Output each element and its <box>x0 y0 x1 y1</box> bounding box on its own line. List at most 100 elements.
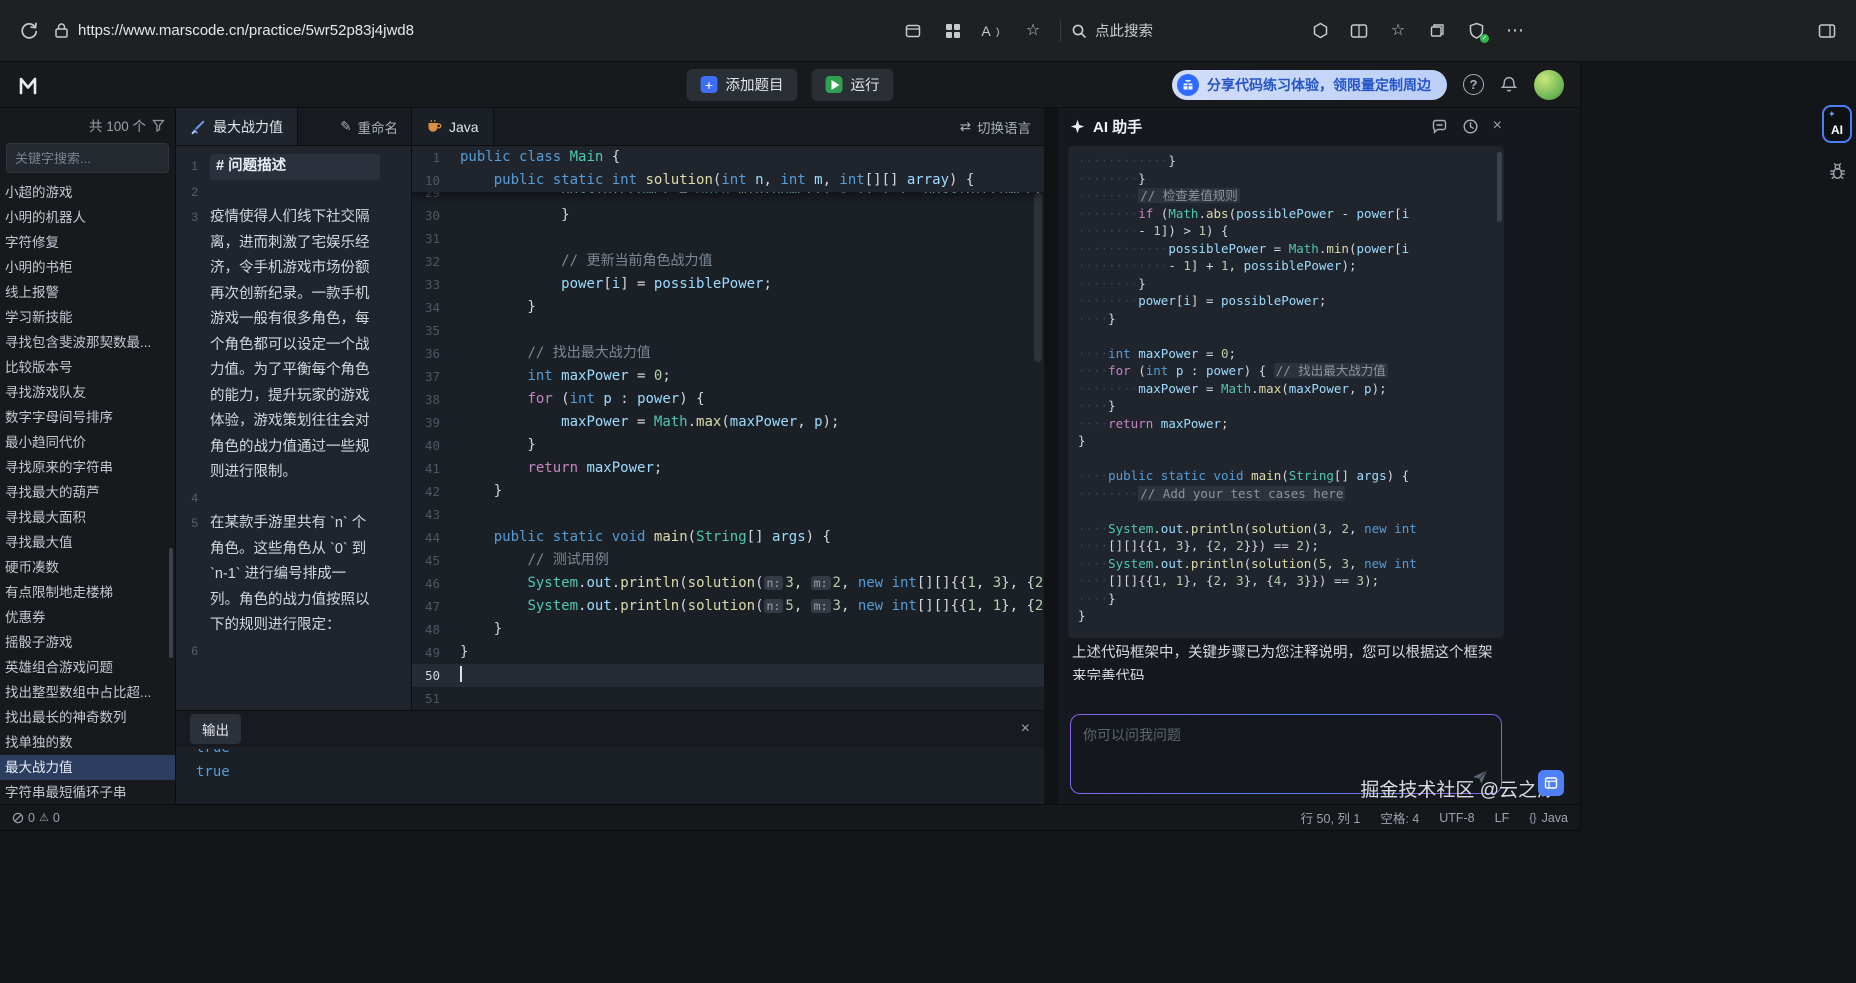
code-line[interactable]: ····public static void main(String[] arg… <box>1078 467 1494 485</box>
code-line[interactable]: ········if (Math.abs(possiblePower - pow… <box>1078 205 1494 223</box>
code-line[interactable]: 39 maxPower = Math.max(maxPower, p); <box>412 411 1044 434</box>
eol-setting[interactable]: LF <box>1495 811 1510 825</box>
code-line[interactable]: 36 // 找出最大战力值 <box>412 342 1044 365</box>
code-line[interactable]: 37 int maxPower = 0; <box>412 365 1044 388</box>
new-chat-icon[interactable] <box>1431 118 1448 135</box>
collections-icon[interactable] <box>1420 14 1454 48</box>
sidebar-item[interactable]: 找出最长的神奇数列 <box>0 705 175 730</box>
code-line[interactable]: 30 } <box>412 204 1044 227</box>
code-line[interactable]: ····System.out.println(solution(3, 2, ne… <box>1078 520 1494 538</box>
code-line[interactable] <box>1078 502 1494 520</box>
sidebar-item[interactable]: 最小趋同代价 <box>0 430 175 455</box>
sidebar-item[interactable]: 寻找游戏队友 <box>0 380 175 405</box>
code-line[interactable]: 48 } <box>412 618 1044 641</box>
rename-button[interactable]: ✎ 重命名 <box>327 108 411 145</box>
favorite-star-icon[interactable]: ☆ <box>1016 14 1050 48</box>
markdown-row[interactable]: 4 <box>176 486 411 512</box>
web-capture-icon[interactable] <box>896 14 930 48</box>
code-line[interactable]: ····} <box>1078 310 1494 328</box>
sidebar-item[interactable]: 寻找最大面积 <box>0 505 175 530</box>
sidebar-search-input[interactable] <box>15 151 160 166</box>
code-line[interactable]: ····int maxPower = 0; <box>1078 345 1494 363</box>
sidebar-item[interactable]: 学习新技能 <box>0 305 175 330</box>
code-line[interactable]: ········// Add your test cases here <box>1078 485 1494 503</box>
code-line[interactable]: 1public class Main { <box>412 146 1044 169</box>
code-line[interactable]: ····} <box>1078 397 1494 415</box>
ai-assistant-toggle[interactable]: ✦ AI <box>1822 105 1852 143</box>
code-line[interactable]: 50 <box>412 664 1044 687</box>
sidebar-item[interactable]: 寻找最大值 <box>0 530 175 555</box>
sidebar-item[interactable]: 数字字母间号排序 <box>0 405 175 430</box>
code-line[interactable]: ····[][]{{1, 1}, {2, 3}, {4, 3}}) == 3); <box>1078 572 1494 590</box>
code-line[interactable]: 33 power[i] = possiblePower; <box>412 273 1044 296</box>
apps-grid-icon[interactable] <box>936 14 970 48</box>
code-line[interactable]: } <box>1078 607 1494 625</box>
code-line[interactable]: 46 System.out.println(solution(n:3, m:2,… <box>412 572 1044 595</box>
sidebar-item[interactable]: 寻找最大的葫芦 <box>0 480 175 505</box>
refresh-icon[interactable] <box>12 14 46 48</box>
sidebar-item[interactable]: 字符串最短循环子串 <box>0 780 175 804</box>
encoding-setting[interactable]: UTF-8 <box>1439 811 1474 825</box>
code-line[interactable]: 47 System.out.println(solution(n:5, m:3,… <box>412 595 1044 618</box>
output-tab[interactable]: 输出 <box>190 714 241 744</box>
code-line[interactable]: 32 // 更新当前角色战力值 <box>412 250 1044 273</box>
language-mode[interactable]: {} Java <box>1529 811 1568 825</box>
output-close-icon[interactable]: × <box>1021 721 1030 737</box>
code-line[interactable] <box>1078 327 1494 345</box>
code-line[interactable]: 34 } <box>412 296 1044 319</box>
sidebar-item[interactable]: 有点限制地走楼梯 <box>0 580 175 605</box>
code-line[interactable]: ········// 检查差值规则 <box>1078 187 1494 205</box>
indentation-setting[interactable]: 空格: 4 <box>1380 808 1419 827</box>
code-line[interactable]: 40 } <box>412 434 1044 457</box>
sidebar-item[interactable]: 比较版本号 <box>0 355 175 380</box>
filter-icon[interactable] <box>152 119 165 132</box>
code-line[interactable]: 10 public static int solution(int n, int… <box>412 169 1044 192</box>
code-line[interactable]: 35 <box>412 319 1044 342</box>
sidebar-item[interactable]: 找出整型数组中占比超... <box>0 680 175 705</box>
code-line[interactable]: 31 <box>412 227 1044 250</box>
editor-area[interactable]: 1public class Main {10 public static int… <box>412 146 1044 710</box>
language-tab[interactable]: Java <box>412 108 494 145</box>
sidebar-item[interactable]: 找单独的数 <box>0 730 175 755</box>
switch-language-button[interactable]: ⇄ 切换语言 <box>947 108 1044 145</box>
sidebar-item[interactable]: 寻找原来的字符串 <box>0 455 175 480</box>
address-bar[interactable]: https://www.marscode.cn/practice/5wr52p8… <box>54 22 896 39</box>
history-icon[interactable] <box>1462 118 1479 135</box>
code-line[interactable]: 45 // 测试用例 <box>412 549 1044 572</box>
sidebar-item[interactable]: 最大战力值 <box>0 755 175 780</box>
sidebar-item[interactable]: 小明的书柜 <box>0 255 175 280</box>
more-icon[interactable]: ⋯ <box>1498 14 1532 48</box>
markdown-row[interactable]: 2 <box>176 180 411 206</box>
markdown-row[interactable]: 5在某款手游里共有 `n` 个角色。这些角色从 `0` 到 `n-1` 进行编号… <box>176 511 411 639</box>
code-line[interactable]: 29 possiblePower = Math.min(power[i - 1]… <box>412 192 1044 204</box>
sidebar-item[interactable]: 字符修复 <box>0 230 175 255</box>
code-line[interactable]: 49} <box>412 641 1044 664</box>
code-line[interactable]: 38 for (int p : power) { <box>412 388 1044 411</box>
sidebar-item[interactable]: 英雄组合游戏问题 <box>0 655 175 680</box>
ai-chat-input-box[interactable] <box>1070 714 1502 794</box>
read-aloud-icon[interactable]: A﹚ <box>976 14 1010 48</box>
code-line[interactable]: ········power[i] = possiblePower; <box>1078 292 1494 310</box>
user-avatar[interactable] <box>1534 70 1564 100</box>
ai-chat-input[interactable] <box>1071 715 1501 793</box>
code-line[interactable]: 44 public static void main(String[] args… <box>412 526 1044 549</box>
sidebar-toggle-icon[interactable] <box>1810 14 1844 48</box>
code-line[interactable]: ····} <box>1078 590 1494 608</box>
code-line[interactable]: ····return maxPower; <box>1078 415 1494 433</box>
sidebar-item[interactable]: 硬币凑数 <box>0 555 175 580</box>
problem-tab[interactable]: 最大战力值 <box>176 108 298 145</box>
code-line[interactable]: } <box>1078 432 1494 450</box>
bug-icon[interactable] <box>1828 161 1847 181</box>
cursor-position[interactable]: 行 50, 列 1 <box>1301 808 1361 827</box>
marscode-logo-icon[interactable] <box>16 72 46 98</box>
ai-close-icon[interactable]: × <box>1493 118 1502 134</box>
share-banner[interactable]: 分享代码练习体验，领限量定制周边 <box>1172 70 1447 100</box>
code-line[interactable] <box>1078 450 1494 468</box>
browser-shield-icon[interactable]: ✓ <box>1459 14 1493 48</box>
editor-scrollbar[interactable] <box>1034 192 1042 362</box>
send-icon[interactable] <box>1471 768 1489 786</box>
add-problem-button[interactable]: + 添加题目 <box>687 69 798 101</box>
markdown-row[interactable]: 3疫情使得人们线下社交隔离，进而刺激了宅娱乐经济，令手机游戏市场份额再次创新纪录… <box>176 205 411 486</box>
code-line[interactable]: 42 } <box>412 480 1044 503</box>
code-line[interactable]: ········} <box>1078 170 1494 188</box>
